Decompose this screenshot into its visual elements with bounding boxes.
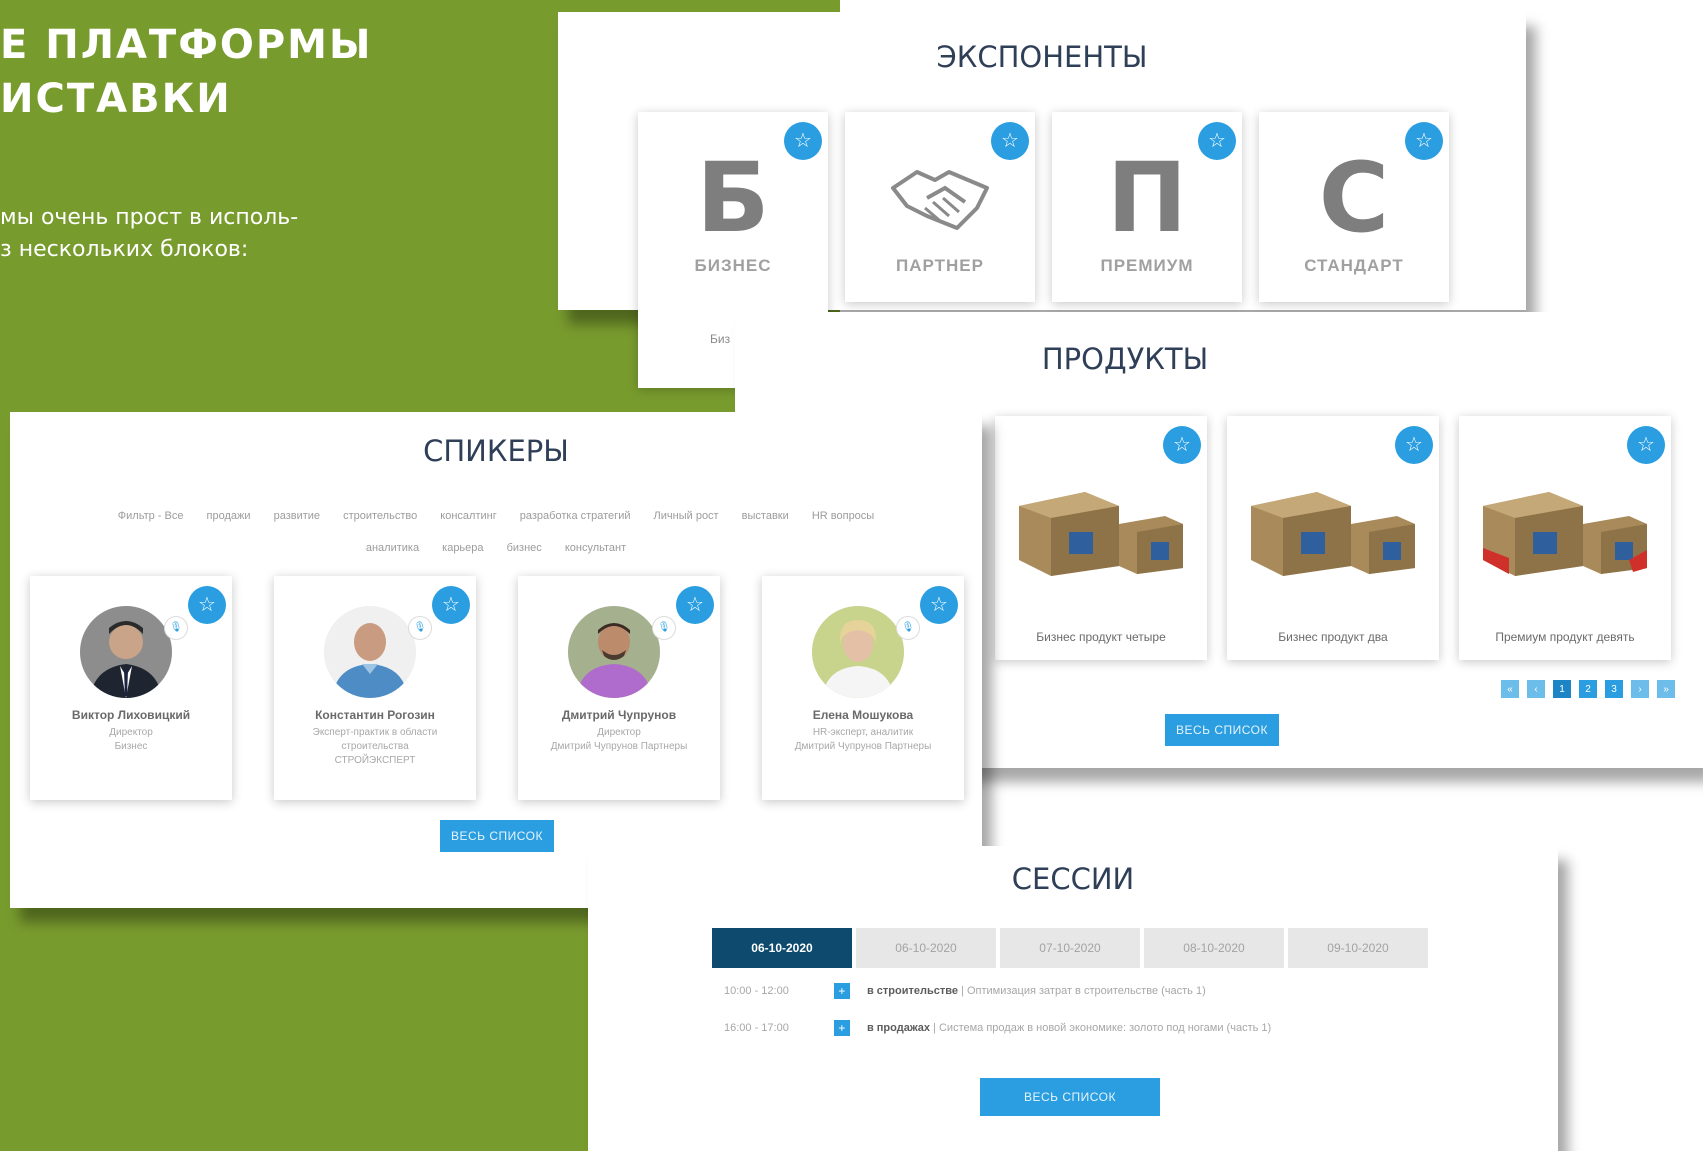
session-row: 16:00 - 17:00 + в продажах | Система про… (724, 1020, 1271, 1036)
session-topic: в продажах (866, 1021, 930, 1034)
pager-last[interactable]: » (1657, 680, 1675, 698)
speakers-title: СПИКЕРЫ (423, 434, 569, 468)
intro-text: мы очень прост в исполь- з нескольких бл… (0, 205, 299, 262)
avatar (324, 606, 416, 698)
products-all-button[interactable]: ВЕСЬ СПИСОК (1165, 714, 1279, 746)
speaker-card[interactable]: 🎙 Елена Мошукова HR-эксперт, аналитик Дм… (762, 576, 964, 800)
filter-tag[interactable]: аналитика (366, 542, 419, 554)
exponent-label: ПРЕМИУМ (1100, 256, 1194, 275)
filter-tag[interactable]: Фильтр - Все (118, 510, 184, 522)
exponents-panel: ЭКСПОНЕНТЫ Б БИЗНЕС Биз ☆ ПАРТНЕР ☆ П ПР… (558, 12, 1526, 388)
star-icon[interactable]: ☆ (784, 122, 822, 160)
filter-tag[interactable]: выставки (742, 510, 789, 522)
avatar (80, 606, 172, 698)
speaker-filter-tags: Фильтр - Все продажи развитие строительс… (10, 510, 982, 522)
filter-tag[interactable]: консультант (565, 542, 626, 554)
filter-tag[interactable]: консалтинг (440, 510, 496, 522)
speaker-filter-tags-row2: аналитика карьера бизнес консультант (10, 542, 982, 554)
date-tab-5[interactable]: 09-10-2020 (1288, 928, 1428, 968)
star-icon[interactable]: ☆ (920, 586, 958, 624)
speaker-name: Дмитрий Чупрунов (561, 708, 677, 722)
filter-tag[interactable]: развитие (274, 510, 320, 522)
star-icon[interactable]: ☆ (991, 122, 1029, 160)
filter-tag[interactable]: продажи (207, 510, 251, 522)
product-card[interactable]: Бизнес продукт два ☆ (1227, 416, 1439, 660)
pager-page-1[interactable]: 1 (1553, 680, 1571, 698)
filter-tag[interactable]: разработка стратегий (520, 510, 631, 522)
exponent-label: БИЗНЕС (694, 256, 772, 275)
star-icon[interactable]: ☆ (676, 586, 714, 624)
speakers-panel: СПИКЕРЫ Фильтр - Все продажи развитие ст… (10, 412, 982, 908)
speaker-card[interactable]: 🎙 Дмитрий Чупрунов Директор Дмитрий Чупр… (518, 576, 720, 800)
handshake-icon (887, 158, 993, 243)
speaker-name: Виктор Лиховицкий (71, 708, 191, 722)
pager-first[interactable]: « (1501, 680, 1519, 698)
speaker-info: HR-эксперт, аналитик Дмитрий Чупрунов Па… (794, 727, 932, 752)
speaker-info: Директор Бизнес (109, 727, 153, 752)
mic-icon: 🎙 (408, 616, 432, 640)
speaker-info: Эксперт-практик в области строительства … (312, 727, 438, 766)
expand-plus-icon[interactable]: + (833, 983, 850, 999)
date-tab-1[interactable]: 06-10-2020 (712, 928, 852, 968)
mic-icon: 🎙 (652, 616, 676, 640)
products-title: ПРОДУКТЫ (1041, 342, 1209, 376)
star-icon[interactable]: ☆ (1405, 122, 1443, 160)
session-time: 10:00 - 12:00 (724, 984, 789, 997)
product-name: Бизнес продукт четыре (1036, 630, 1166, 644)
date-tab-2[interactable]: 06-10-2020 (856, 928, 996, 968)
filter-tag[interactable]: строительство (343, 510, 417, 522)
star-icon[interactable]: ☆ (188, 586, 226, 624)
exponent-card-partner[interactable]: ПАРТНЕР ☆ (845, 112, 1035, 302)
product-name: Премиум продукт девять (1495, 630, 1635, 644)
session-time: 16:00 - 17:00 (724, 1021, 789, 1034)
filter-tag[interactable]: карьера (442, 542, 483, 554)
product-card[interactable]: Бизнес продукт четыре ☆ (995, 416, 1207, 660)
box-image (1479, 488, 1651, 583)
product-name: Бизнес продукт два (1278, 630, 1388, 644)
box-image (1247, 488, 1419, 583)
pager-page-3[interactable]: 3 (1605, 680, 1623, 698)
star-icon[interactable]: ☆ (1163, 426, 1201, 464)
speaker-name: Елена Мошукова (812, 708, 914, 722)
star-icon[interactable]: ☆ (1198, 122, 1236, 160)
mic-icon: 🎙 (164, 616, 188, 640)
speaker-name: Константин Рогозин (315, 708, 435, 722)
pagination: « ‹ 1 2 3 › » (1501, 680, 1675, 698)
session-date-tabs: 06-10-2020 06-10-2020 07-10-2020 08-10-2… (712, 928, 1428, 968)
pager-page-2[interactable]: 2 (1579, 680, 1597, 698)
exponents-title: ЭКСПОНЕНТЫ (936, 40, 1148, 74)
expand-plus-icon[interactable]: + (833, 1020, 850, 1036)
exponent-card-standard[interactable]: С СТАНДАРТ ☆ (1259, 112, 1449, 302)
date-tab-4[interactable]: 08-10-2020 (1144, 928, 1284, 968)
star-icon[interactable]: ☆ (1627, 426, 1665, 464)
product-card[interactable]: Премиум продукт девять ☆ (1459, 416, 1671, 660)
box-image (1015, 488, 1187, 583)
exponent-extra: Биз (710, 332, 731, 346)
mic-icon: 🎙 (896, 616, 920, 640)
pager-next[interactable]: › (1631, 680, 1649, 698)
intro-title: Е ПЛАТФОРМЫ ИСТАВКИ (0, 22, 373, 122)
avatar (568, 606, 660, 698)
filter-tag[interactable]: HR вопросы (812, 510, 874, 522)
session-row: 10:00 - 12:00 + в строительстве | Оптими… (724, 983, 1206, 999)
sessions-all-button[interactable]: ВЕСЬ СПИСОК (980, 1078, 1160, 1116)
filter-tag[interactable]: бизнес (507, 542, 542, 554)
avatar (812, 606, 904, 698)
date-tab-3[interactable]: 07-10-2020 (1000, 928, 1140, 968)
session-desc: Система продаж в новой экономике: золото… (938, 1021, 1272, 1034)
session-topic: в строительстве (866, 984, 958, 997)
filter-tag[interactable]: Личный рост (654, 510, 719, 522)
speaker-card[interactable]: 🎙 Константин Рогозин Эксперт-практик в о… (274, 576, 476, 800)
speaker-card[interactable]: 🎙 Виктор Лиховицкий Директор Бизнес ☆ (30, 576, 232, 800)
star-icon[interactable]: ☆ (432, 586, 470, 624)
sessions-title: СЕССИИ (1011, 862, 1135, 896)
pager-prev[interactable]: ‹ (1527, 680, 1545, 698)
speakers-all-button[interactable]: ВЕСЬ СПИСОК (440, 820, 554, 852)
exponent-card-premium[interactable]: П ПРЕМИУМ ☆ (1052, 112, 1242, 302)
exponent-label: СТАНДАРТ (1304, 256, 1404, 275)
exponent-label: ПАРТНЕР (896, 256, 984, 275)
session-desc: Оптимизация затрат в строительстве (част… (966, 984, 1206, 997)
speaker-info: Директор Дмитрий Чупрунов Партнеры (550, 727, 688, 752)
star-icon[interactable]: ☆ (1395, 426, 1433, 464)
